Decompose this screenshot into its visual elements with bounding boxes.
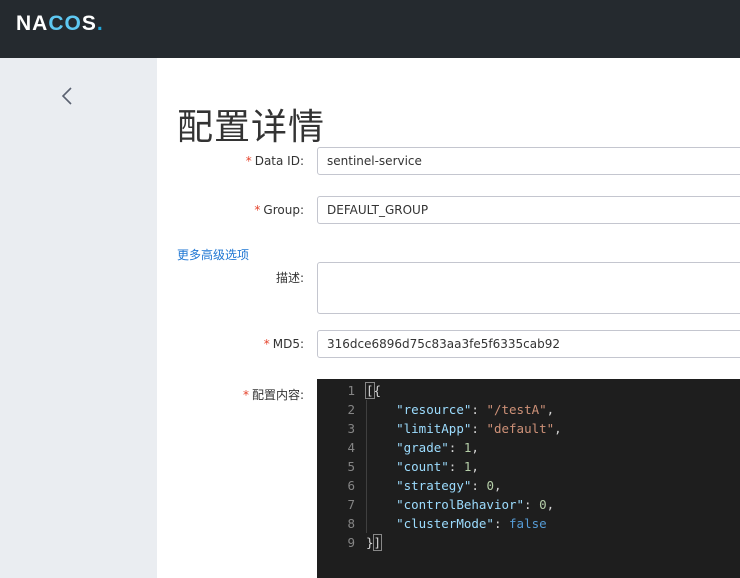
data-id-field[interactable]: sentinel-service <box>317 147 740 175</box>
code-line: 2 "resource": "/testA", <box>317 400 740 419</box>
description-label-text: 描述: <box>275 271 304 285</box>
md5-label: * MD5: <box>264 337 304 351</box>
line-number: 8 <box>347 516 355 531</box>
code-line: 8 "clusterMode": false <box>317 514 740 533</box>
logo-text: NACOS <box>16 12 97 35</box>
code-text: "strategy": 0, <box>396 478 502 493</box>
required-mark: * <box>263 337 270 351</box>
main-content: 配置详情 * Data ID: sentinel-service * Group: … <box>157 58 740 578</box>
bracket-match: ] <box>372 534 383 551</box>
code-text: "limitApp": "default", <box>396 421 562 436</box>
code-line: 1 [{ <box>317 381 740 400</box>
content-label: * 配置内容: <box>243 386 304 403</box>
code-text: "controlBehavior": 0, <box>396 497 555 512</box>
code-editor[interactable]: 1 [{ 2 "resource": "/testA", 3 "limitApp… <box>317 379 740 578</box>
line-number: 3 <box>347 421 355 436</box>
code-line: 7 "controlBehavior": 0, <box>317 495 740 514</box>
code-text: "resource": "/testA", <box>396 402 555 417</box>
logo-dot: . <box>96 12 103 35</box>
line-number: 2 <box>347 402 355 417</box>
group-label: * Group: <box>254 203 304 217</box>
md5-field[interactable]: 316dce6896d75c83aa3fe5f6335cab92 <box>317 330 740 358</box>
code-text: "grade": 1, <box>396 440 479 455</box>
line-number: 4 <box>347 440 355 455</box>
required-mark: * <box>242 388 249 402</box>
line-number: 1 <box>347 383 355 398</box>
line-number: 5 <box>347 459 355 474</box>
line-number: 9 <box>347 535 355 550</box>
code-line: 9 }] <box>317 533 740 552</box>
required-mark: * <box>245 154 252 168</box>
chevron-left-icon <box>61 87 72 105</box>
sidebar <box>0 58 157 578</box>
content-label-text: 配置内容: <box>251 388 304 402</box>
advanced-options-link[interactable]: 更多高级选项 <box>177 246 249 263</box>
required-mark: * <box>254 203 261 217</box>
description-textarea[interactable] <box>317 262 740 314</box>
code-text: "clusterMode": false <box>396 516 547 531</box>
code-text: "count": 1, <box>396 459 479 474</box>
code-line: 3 "limitApp": "default", <box>317 419 740 438</box>
page-title: 配置详情 <box>177 107 326 148</box>
code-line: 5 "count": 1, <box>317 457 740 476</box>
group-label-text: Group: <box>263 203 304 217</box>
md5-label-text: MD5: <box>272 337 304 351</box>
code-text: }] <box>366 534 383 551</box>
line-number: 7 <box>347 497 355 512</box>
group-field[interactable]: DEFAULT_GROUP <box>317 196 740 224</box>
bracket-match: [ <box>365 382 375 399</box>
code-text: [{ <box>365 382 382 399</box>
description-label: 描述: <box>276 269 304 286</box>
back-button[interactable] <box>56 84 80 108</box>
code-line: 4 "grade": 1, <box>317 438 740 457</box>
data-id-label: * Data ID: <box>246 154 304 168</box>
nacos-logo[interactable]: NACOS. <box>16 12 103 36</box>
data-id-label-text: Data ID: <box>254 154 304 168</box>
code-line: 6 "strategy": 0, <box>317 476 740 495</box>
line-number: 6 <box>347 478 355 493</box>
top-navigation-bar: NACOS. <box>0 0 740 58</box>
